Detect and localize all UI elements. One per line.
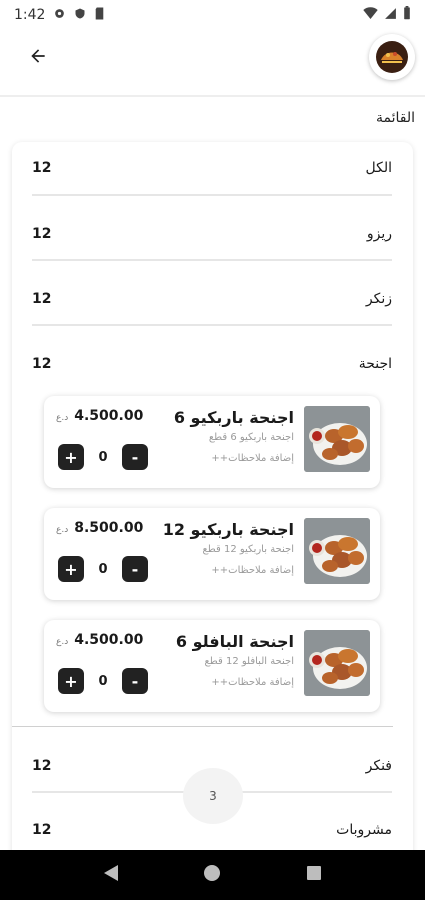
status-time: 1:42 [14,7,46,23]
currency-label: د.ع [56,525,69,535]
shield-icon [74,7,86,24]
quantity-value: 0 [98,449,108,465]
menu-card: 12 الكل 12 ريزو 12 زنكر 12 اجنحة اجنحة ب… [12,142,413,862]
quantity-stepper: + 0 - [58,556,148,582]
item-name: اجنحة باربكيو 12 [162,520,294,539]
add-notes-link[interactable]: إضافة ملاحظات++ [211,453,294,464]
triangle-back-icon [103,864,119,886]
nav-recent-button[interactable] [299,860,329,890]
plus-button[interactable]: + [58,444,84,470]
category-name: ريزو [366,226,392,242]
plus-button[interactable]: + [58,668,84,694]
item-image [304,406,370,472]
item-name: اجنحة باربكيو 6 [173,408,294,427]
signal-icon [384,7,397,24]
item-description: اجنحة باربكيو 12 قطع [202,544,294,555]
wifi-icon [363,7,378,23]
category-name: فنكر [365,758,392,774]
currency-label: د.ع [56,637,69,647]
category-name: مشروبات [336,822,392,838]
item-description: اجنحة باربكيو 6 قطع [208,432,294,443]
category-name: زنكر [365,291,392,307]
plus-button[interactable]: + [58,556,84,582]
back-button[interactable] [18,38,58,78]
category-name: اجنحة [358,356,392,372]
arrow-left-icon [28,46,48,70]
gear-icon [53,7,66,24]
square-recent-icon [306,865,322,885]
system-nav-bar [0,850,425,900]
nav-home-button[interactable] [197,860,227,890]
minus-button[interactable]: - [121,668,148,694]
currency-label: د.ع [56,413,69,423]
item-name: اجنحة البافلو 6 [175,632,294,651]
menu-item-card[interactable]: اجنحة البافلو 6 اجنحة البافلو 12 قطع إضا… [44,620,380,712]
category-divider [12,726,393,727]
category-count: 12 [32,758,52,774]
category-divider [32,324,392,326]
category-row-zinger[interactable]: 12 زنكر [32,267,392,331]
status-bar: 1:42 [0,0,425,30]
category-count: 12 [32,291,52,307]
quantity-value: 0 [98,673,108,689]
category-divider [32,194,392,196]
item-price: د.ع 8.500.00 [56,520,143,536]
category-count: 12 [32,160,52,176]
restaurant-logo[interactable] [369,34,415,80]
minus-button[interactable]: - [121,444,148,470]
category-count: 12 [32,356,52,372]
section-title: القائمة [376,110,415,126]
category-divider [32,259,392,261]
sd-card-icon [94,7,105,24]
price-value: 4.500.00 [74,632,144,648]
item-price: د.ع 4.500.00 [56,632,143,648]
category-row-wings[interactable]: 12 اجنحة [32,332,392,396]
app-bar [0,30,425,86]
item-price: د.ع 4.500.00 [56,408,143,424]
menu-item-card[interactable]: اجنحة باربكيو 6 اجنحة باربكيو 6 قطع إضاف… [44,396,380,488]
item-image [304,630,370,696]
nav-back-button[interactable] [96,860,126,890]
header-divider [0,95,425,97]
quantity-value: 0 [98,561,108,577]
category-count: 12 [32,822,52,838]
quantity-stepper: + 0 - [58,668,148,694]
add-notes-link[interactable]: إضافة ملاحظات++ [211,677,294,688]
category-name: الكل [365,160,393,176]
add-notes-link[interactable]: إضافة ملاحظات++ [211,565,294,576]
price-value: 8.500.00 [74,520,144,536]
menu-item-card[interactable]: اجنحة باربكيو 12 اجنحة باربكيو 12 قطع إض… [44,508,380,600]
circle-home-icon [203,864,221,886]
quantity-stepper: + 0 - [58,444,148,470]
page-indicator[interactable]: 3 [183,768,243,824]
category-row-all[interactable]: 12 الكل [32,142,392,200]
item-description: اجنحة البافلو 12 قطع [204,656,294,667]
item-image [304,518,370,584]
category-count: 12 [32,226,52,242]
category-row-rizo[interactable]: 12 ريزو [32,202,392,266]
battery-icon [403,6,411,24]
minus-button[interactable]: - [121,556,148,582]
price-value: 4.500.00 [74,408,144,424]
